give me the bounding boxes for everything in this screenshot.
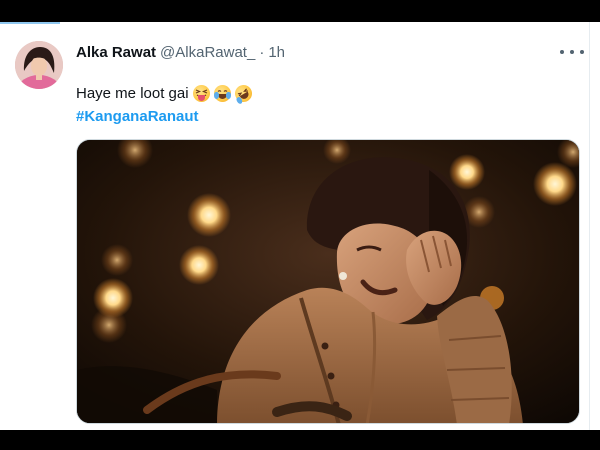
timeline-border bbox=[589, 22, 590, 430]
timestamp[interactable]: 1h bbox=[268, 44, 285, 61]
tweet-text: Haye me loot gai bbox=[76, 81, 255, 106]
crying-woman-photo bbox=[77, 140, 579, 423]
hashtag-link[interactable]: #KanganaRanaut bbox=[76, 108, 199, 125]
author-handle[interactable]: @AlkaRawat_ bbox=[160, 44, 255, 61]
tweet-text-content: Haye me loot gai bbox=[76, 85, 189, 102]
squinting-tongue-emoji-icon bbox=[192, 85, 210, 102]
avatar[interactable] bbox=[15, 41, 63, 89]
tweet-header: Alka Rawat @AlkaRawat_ · 1h bbox=[76, 42, 285, 62]
rolling-laughing-emoji-icon bbox=[231, 81, 255, 106]
avatar-photo bbox=[15, 41, 63, 89]
separator-dot: · bbox=[259, 43, 265, 61]
top-accent-line bbox=[0, 22, 60, 24]
author-name[interactable]: Alka Rawat bbox=[76, 44, 156, 61]
more-options-icon[interactable] bbox=[560, 44, 584, 60]
tears-of-joy-emoji-icon bbox=[213, 85, 231, 102]
tweet-media-image[interactable] bbox=[76, 139, 580, 424]
tweet-card[interactable]: Alka Rawat @AlkaRawat_ · 1h Haye me loot… bbox=[0, 22, 600, 430]
